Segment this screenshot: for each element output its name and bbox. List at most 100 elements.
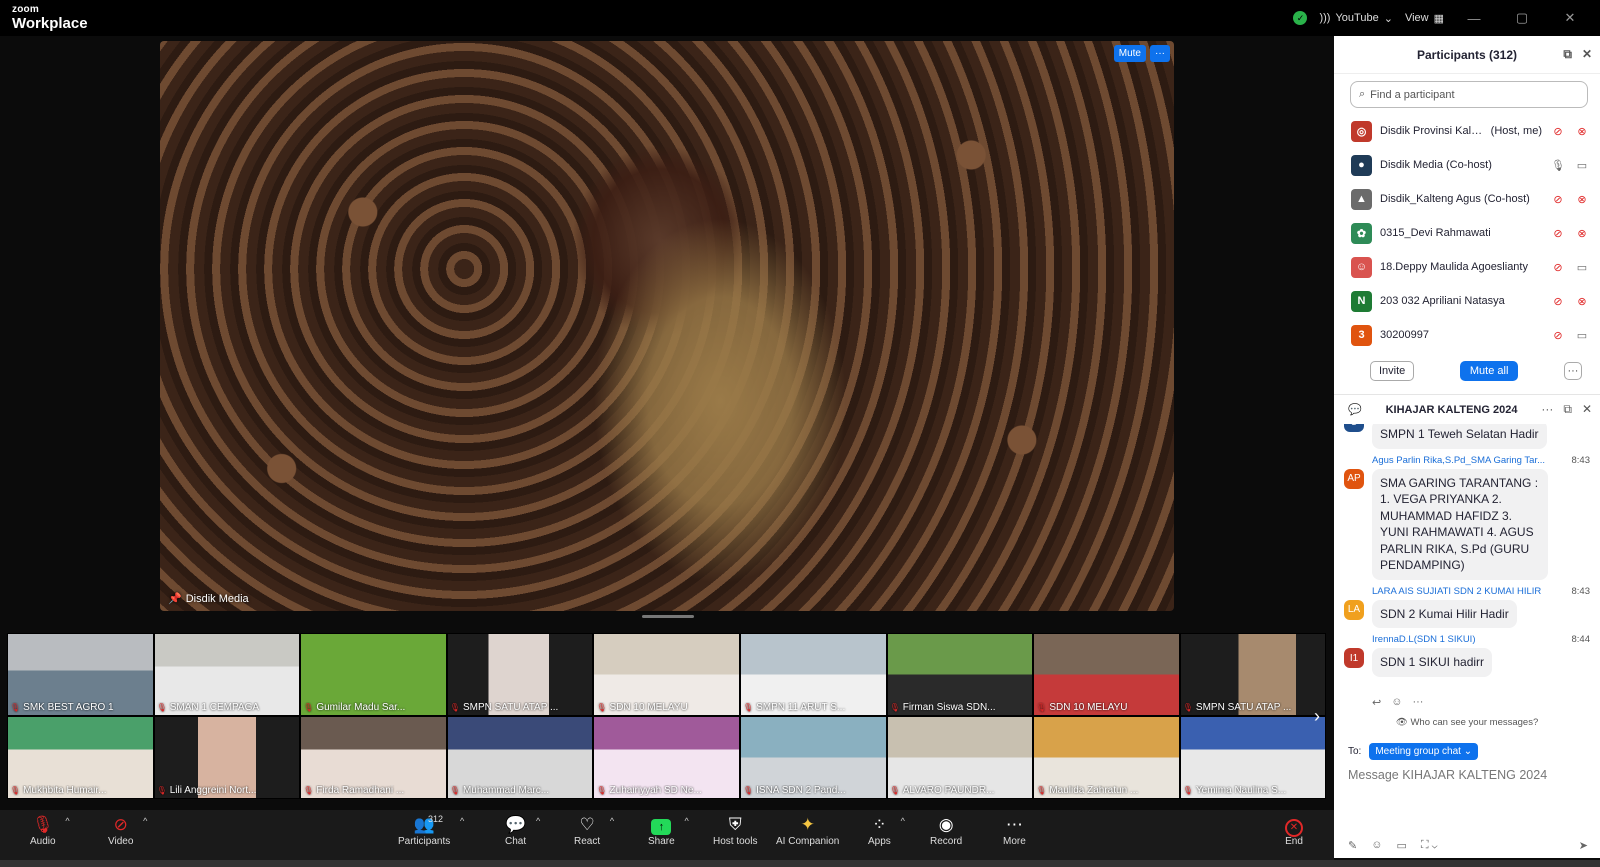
participant-row[interactable]: ✿ 0315_Devi Rahmawati ⊘ ⊗ (1334, 216, 1600, 250)
video-tile[interactable]: Zuhairiyyah SD Ne... (593, 716, 740, 799)
mic-muted-icon[interactable]: ⊘ (1550, 227, 1566, 240)
video-tile[interactable]: SDN 10 MELAYU (593, 633, 740, 716)
participant-row[interactable]: ● Disdik Media (Co-host) 🎙 ▭ (1334, 148, 1600, 182)
more-button[interactable]: ⋯ More (1003, 814, 1026, 847)
video-tile[interactable]: Lili Anggreini Nort... (153, 716, 301, 799)
participant-row[interactable]: N 203 032 Apriliani Natasya ⊘ ⊗ (1334, 284, 1600, 318)
video-off-icon[interactable]: ⊗ (1574, 295, 1590, 308)
participant-row[interactable]: ▲ Disdik_Kalteng Agus (Co-host) ⊘ ⊗ (1334, 182, 1600, 216)
chat-message-input[interactable]: Message KIHAJAR KALTENG 2024 (1334, 760, 1600, 790)
chat-recipient-dropdown[interactable]: Meeting group chat ⌄ (1369, 743, 1479, 760)
video-icon[interactable]: ▭ (1574, 159, 1590, 172)
close-icon[interactable]: ✕ (1582, 47, 1592, 62)
resize-handle[interactable] (642, 615, 694, 618)
video-tile[interactable]: Gumilar Madu Sar... (300, 633, 447, 716)
view-button[interactable]: View ▦ (1405, 12, 1444, 25)
participant-list: ◎ Disdik Provinsi Kali... (Host, me) ⊘ ⊗ ● Dis… (1334, 114, 1600, 354)
react-label: React (574, 836, 601, 847)
chevron-up-icon[interactable]: ^ (536, 816, 540, 826)
video-off-icon[interactable]: ⊗ (1574, 193, 1590, 206)
chevron-up-icon[interactable]: ^ (684, 816, 688, 826)
gallery-next-arrow-icon[interactable]: › (1307, 706, 1327, 727)
video-button[interactable]: ⊘ Video ^ (108, 814, 147, 847)
chat-more-icon[interactable]: ··· (1541, 402, 1553, 417)
chat-message[interactable]: U SMPN 1 Teweh Selatan Hadir (1344, 424, 1590, 449)
chevron-up-icon[interactable]: ^ (65, 816, 69, 826)
message-time: 8:44 (1571, 634, 1591, 645)
participants-button[interactable]: 👥 312 Participants ^ (398, 814, 464, 847)
chat-message[interactable]: I1 IrennaD.L(SDN 1 SIKUI) 8:44 SDN 1 SIKUI … (1344, 634, 1590, 677)
screenshot-icon[interactable]: ⛶ ⌄ (1421, 839, 1438, 852)
mic-muted-icon[interactable]: ⊘ (1550, 295, 1566, 308)
chat-popout-icon[interactable]: ⧉ (1563, 402, 1572, 417)
video-tile[interactable]: ISNA SDN 2 Pand... (739, 716, 887, 799)
chat-message[interactable]: LA LARA AIS SUJIATI SDN 2 KUMAI HILIR 8:43… (1344, 586, 1590, 628)
mic-muted-icon[interactable]: ⊘ (1550, 261, 1566, 274)
participant-row[interactable]: ◎ Disdik Provinsi Kali... (Host, me) ⊘ ⊗ (1334, 114, 1600, 148)
live-stream-button[interactable]: ))) YouTube ⌄ (1319, 12, 1392, 25)
encryption-shield-icon[interactable]: ✓ (1293, 11, 1308, 25)
who-can-see-link[interactable]: 👁 Who can see your messages? (1334, 717, 1600, 728)
mic-muted-icon[interactable]: ⊘ (1550, 193, 1566, 206)
mute-all-button[interactable]: Mute all (1459, 361, 1519, 381)
react-button[interactable]: ♡ React ^ (574, 814, 614, 847)
video-tile[interactable]: Yemima Naulina S... (1179, 716, 1327, 799)
video-tile[interactable]: Mukhbita Humair... (7, 716, 154, 799)
mic-muted-icon[interactable]: ⊘ (1550, 125, 1566, 138)
video-tile[interactable]: SMPN 11 ARUT S... (739, 633, 887, 716)
apps-button[interactable]: ⁘ Apps ^ (868, 814, 905, 847)
video-off-icon[interactable]: ⊗ (1574, 125, 1590, 138)
participant-row[interactable]: 3 30200997 ⊘ ▭ (1334, 318, 1600, 352)
popout-icon[interactable]: ⧉ (1563, 47, 1572, 62)
end-meeting-button[interactable]: ✕ End (1285, 814, 1303, 847)
video-tile[interactable]: SDN 10 MELAYU (1033, 633, 1180, 716)
chat-close-icon[interactable]: ✕ (1582, 402, 1592, 417)
chat-title: KIHAJAR KALTENG 2024 (1385, 403, 1518, 416)
mic-icon[interactable]: 🎙 (1550, 159, 1566, 172)
emoji-icon[interactable]: ☺ (1371, 839, 1382, 852)
chevron-up-icon[interactable]: ^ (610, 816, 614, 826)
chevron-up-icon[interactable]: ^ (901, 816, 905, 826)
video-tile[interactable]: Firman Siswa SDN... (886, 633, 1034, 716)
chat-button[interactable]: 💬 Chat ^ (505, 814, 540, 847)
minimize-button[interactable]: — (1456, 11, 1492, 26)
video-tile[interactable]: Maulida Zahratun ... (1033, 716, 1180, 799)
format-icon[interactable]: ✎ (1348, 839, 1357, 852)
video-off-icon[interactable]: ⊗ (1574, 227, 1590, 240)
video-tile[interactable]: SMAN 1 CEMPAGA (153, 633, 301, 716)
send-icon[interactable]: ➤ (1579, 839, 1588, 852)
video-tile[interactable]: SMPN SATU ATAP ... (1179, 633, 1327, 716)
record-label: Record (930, 836, 963, 847)
record-button[interactable]: ◉ Record (930, 814, 962, 847)
participant-name: Disdik Media (Co-host) (1380, 159, 1492, 171)
video-tile[interactable]: ALVARO PAUNDR... (886, 716, 1034, 799)
video-tile[interactable]: SMK BEST AGRO 1 (7, 633, 154, 716)
host-tools-button[interactable]: ⛨ Host tools (713, 814, 757, 847)
sender-avatar: I1 (1344, 648, 1364, 668)
mute-speaker-button[interactable]: Mute (1113, 45, 1146, 62)
tile-name: Yemima Naulina S... (1183, 785, 1324, 796)
audio-button[interactable]: 🎙 Audio ^ (30, 814, 70, 847)
video-icon[interactable]: ▭ (1574, 261, 1590, 274)
chat-message[interactable]: AP Agus Parlin Rika,S.Pd_SMA Garing Tar..… (1344, 455, 1590, 580)
video-tile[interactable]: SMPN SATU ATAP ... (446, 633, 594, 716)
maximize-button[interactable]: ▢ (1504, 10, 1540, 26)
active-speaker-video[interactable]: Mute ··· 📌 Disdik Media (160, 41, 1174, 611)
close-window-button[interactable]: ✕ (1552, 10, 1588, 26)
video-icon[interactable]: ▭ (1574, 329, 1590, 342)
video-tile[interactable]: Firda Ramadhani ... (300, 716, 447, 799)
speaker-more-button[interactable]: ··· (1150, 45, 1170, 62)
host-tools-label: Host tools (713, 836, 758, 847)
video-tile[interactable]: Muhammad Marc... (446, 716, 594, 799)
invite-button[interactable]: Invite (1370, 361, 1415, 381)
chevron-up-icon[interactable]: ^ (460, 816, 464, 826)
share-button[interactable]: ↑ Share ^ (648, 814, 689, 847)
end-icon: ✕ (1285, 819, 1303, 837)
file-icon[interactable]: ▭ (1396, 839, 1406, 852)
mic-muted-icon[interactable]: ⊘ (1550, 329, 1566, 342)
participant-row[interactable]: ☺ 18.Deppy Maulida Agoeslianty ⊘ ▭ (1334, 250, 1600, 284)
chevron-up-icon[interactable]: ^ (143, 816, 147, 826)
participant-search-input[interactable]: ⌕ Find a participant (1350, 81, 1588, 108)
participants-more-button[interactable]: ··· (1563, 362, 1582, 380)
ai-companion-button[interactable]: ✦ AI Companion (776, 814, 839, 847)
